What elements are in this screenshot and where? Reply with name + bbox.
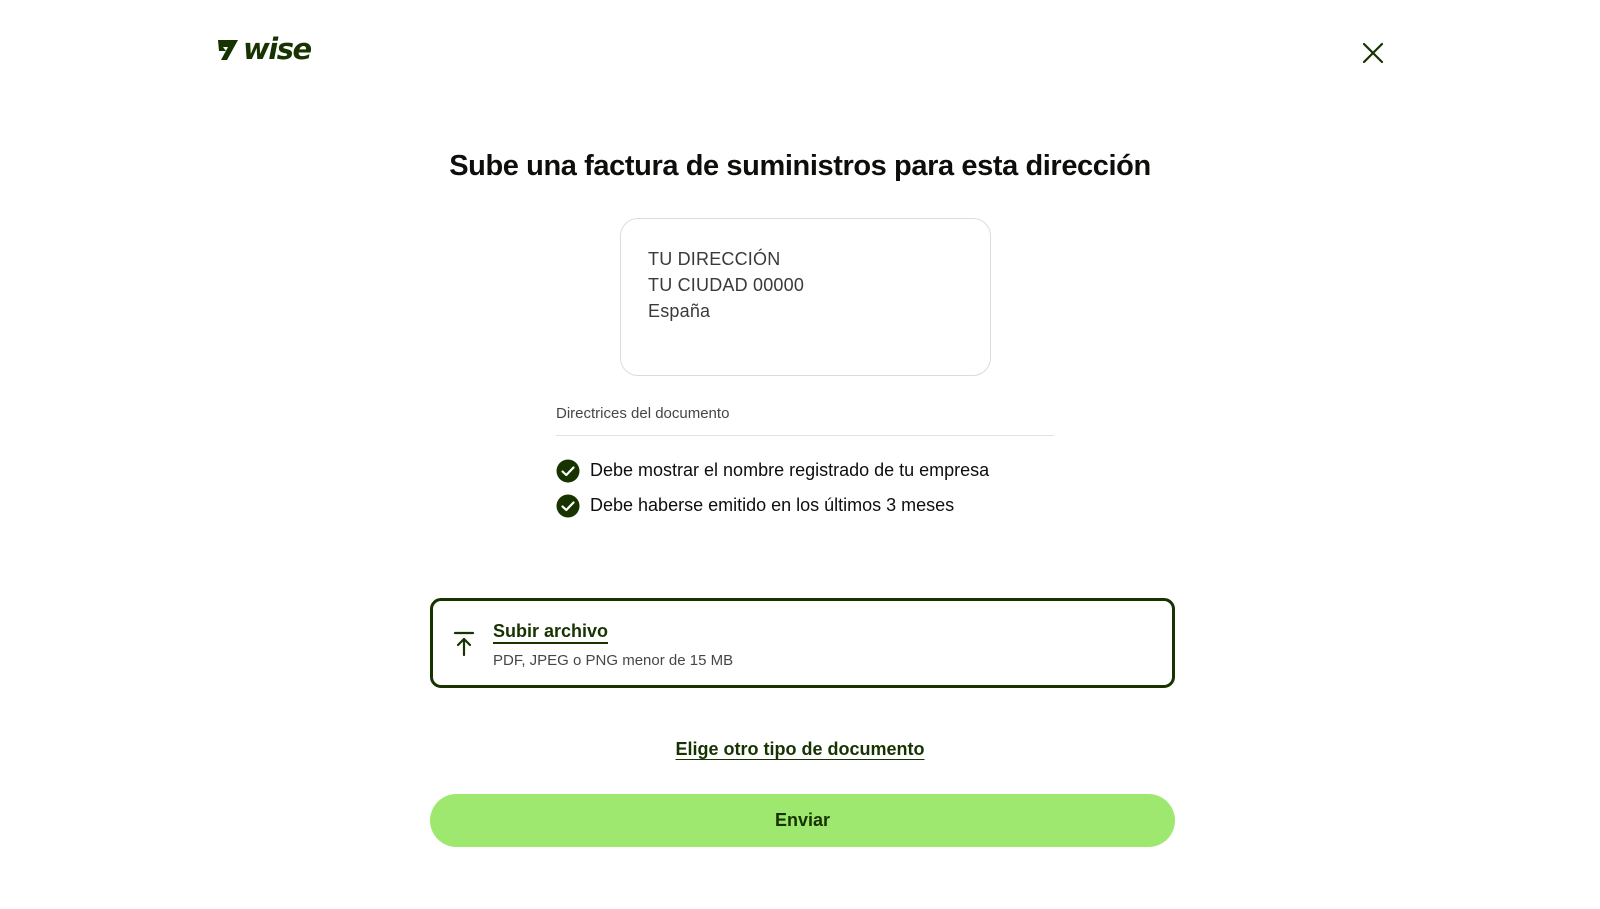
guideline-text: Debe mostrar el nombre registrado de tu … (590, 460, 990, 480)
wise-logo[interactable]: wise (216, 32, 312, 66)
guideline-item: Debe haberse emitido en los últimos 3 me… (556, 488, 989, 523)
choose-other-document-link[interactable]: Elige otro tipo de documento (676, 739, 925, 759)
guideline-item: Debe mostrar el nombre registrado de tu … (556, 453, 989, 488)
close-icon (1362, 42, 1384, 64)
address-card: TU DIRECCIÓN TU CIUDAD 00000 España (620, 218, 991, 376)
upload-icon (453, 631, 475, 657)
check-circle-icon (556, 459, 580, 482)
guidelines-list: Debe mostrar el nombre registrado de tu … (556, 453, 989, 523)
address-line-street: TU DIRECCIÓN (648, 249, 781, 269)
upload-file-dropzone[interactable]: Subir archivo PDF, JPEG o PNG menor de 1… (430, 598, 1175, 688)
guidelines-title: Directrices del documento (556, 405, 730, 422)
upload-file-hint: PDF, JPEG o PNG menor de 15 MB (493, 652, 734, 669)
address-line-city: TU CIUDAD 00000 (648, 275, 805, 295)
submit-button[interactable]: Enviar (430, 794, 1175, 847)
wise-flag-icon (218, 40, 238, 60)
check-circle-icon (556, 494, 580, 517)
wise-logo-text: wise (243, 32, 312, 66)
upload-file-link[interactable]: Subir archivo (493, 620, 609, 644)
address-line-country: España (648, 301, 711, 321)
page-title: Sube una factura de suministros para est… (449, 150, 1151, 182)
divider (556, 435, 1054, 436)
guideline-text: Debe haberse emitido en los últimos 3 me… (590, 495, 955, 515)
alternate-document-link-row: Elige otro tipo de documento (0, 739, 1600, 760)
close-button[interactable] (1358, 38, 1388, 68)
